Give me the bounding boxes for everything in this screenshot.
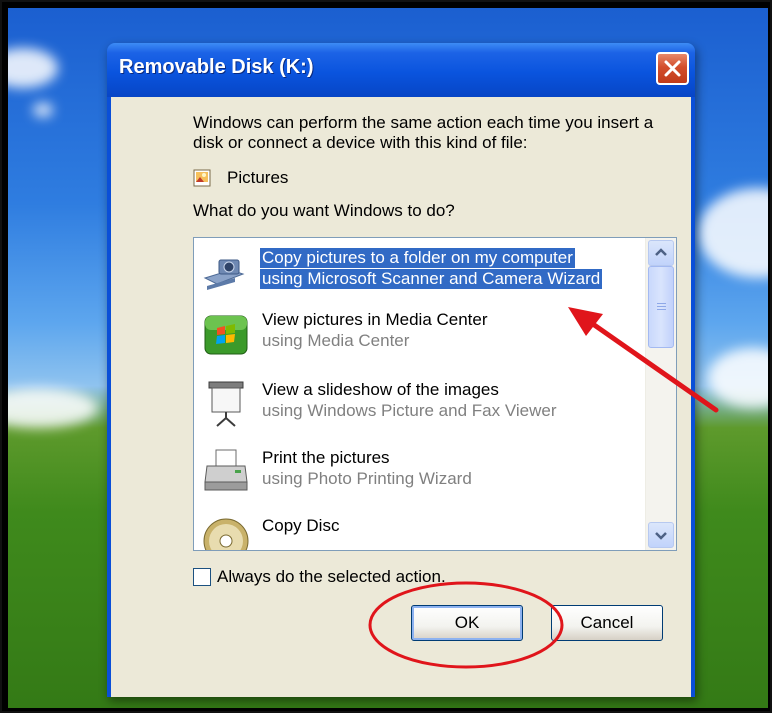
media-center-icon xyxy=(204,315,248,355)
close-button[interactable] xyxy=(656,52,689,85)
action-subtitle: using Photo Printing Wizard xyxy=(262,469,472,488)
action-title: Print the pictures xyxy=(262,448,390,467)
title-bar[interactable]: Removable Disk (K:) xyxy=(107,43,695,97)
action-subtitle: using Windows Picture and Fax Viewer xyxy=(262,401,557,420)
actions-listbox[interactable]: Copy pictures to a folder on my computer… xyxy=(193,237,677,551)
chevron-up-icon xyxy=(655,248,667,256)
always-do-checkbox[interactable] xyxy=(193,568,211,586)
pictures-icon xyxy=(193,169,211,187)
cloud xyxy=(708,348,768,408)
cloud xyxy=(33,103,53,117)
cloud xyxy=(8,48,58,88)
action-title: Copy pictures to a folder on my computer xyxy=(260,248,575,268)
action-item-copy-pictures[interactable]: Copy pictures to a folder on my computer… xyxy=(194,242,646,302)
dialog-title: Removable Disk (K:) xyxy=(119,56,314,78)
chevron-down-icon xyxy=(655,532,667,540)
grip-line xyxy=(657,306,666,307)
action-subtitle: using Media Center xyxy=(262,331,410,350)
disc-icon xyxy=(203,518,249,550)
vertical-scrollbar[interactable] xyxy=(645,238,676,550)
cloud xyxy=(698,188,768,278)
action-item-media-center[interactable]: View pictures in Media Center using Medi… xyxy=(194,306,646,366)
printer-icon xyxy=(204,449,248,491)
scroll-thumb[interactable] xyxy=(648,266,674,348)
scroll-down-button[interactable] xyxy=(648,522,674,548)
cancel-button[interactable]: Cancel xyxy=(551,605,663,641)
action-item-slideshow[interactable]: View a slideshow of the images using Win… xyxy=(194,376,646,436)
grip-line xyxy=(657,303,666,304)
camera-icon xyxy=(203,259,245,290)
action-title: Copy Disc xyxy=(262,516,340,535)
close-icon xyxy=(664,60,681,77)
question-label: What do you want Windows to do? xyxy=(193,201,455,220)
dialog-body: Windows can perform the same action each… xyxy=(111,97,691,697)
content-type-label: Pictures xyxy=(227,168,289,187)
cloud xyxy=(8,388,98,428)
ok-button[interactable]: OK xyxy=(411,605,523,641)
action-title: View pictures in Media Center xyxy=(262,310,488,329)
always-do-checkbox-row[interactable]: Always do the selected action. xyxy=(193,567,446,587)
action-item-print[interactable]: Print the pictures using Photo Printing … xyxy=(194,444,646,504)
action-item-copy-disc[interactable]: Copy Disc xyxy=(194,512,646,550)
autoplay-dialog: Removable Disk (K:) Windows can perform … xyxy=(107,43,695,697)
projector-screen-icon xyxy=(208,381,244,427)
action-title: View a slideshow of the images xyxy=(262,380,499,399)
dialog-message: Windows can perform the same action each… xyxy=(193,113,654,152)
always-do-label: Always do the selected action. xyxy=(217,567,446,586)
scroll-up-button[interactable] xyxy=(648,240,674,266)
actions-list: Copy pictures to a folder on my computer… xyxy=(194,238,646,550)
grip-line xyxy=(657,309,666,310)
content-type-row: Pictures xyxy=(193,167,288,189)
action-subtitle: using Microsoft Scanner and Camera Wizar… xyxy=(260,269,603,289)
